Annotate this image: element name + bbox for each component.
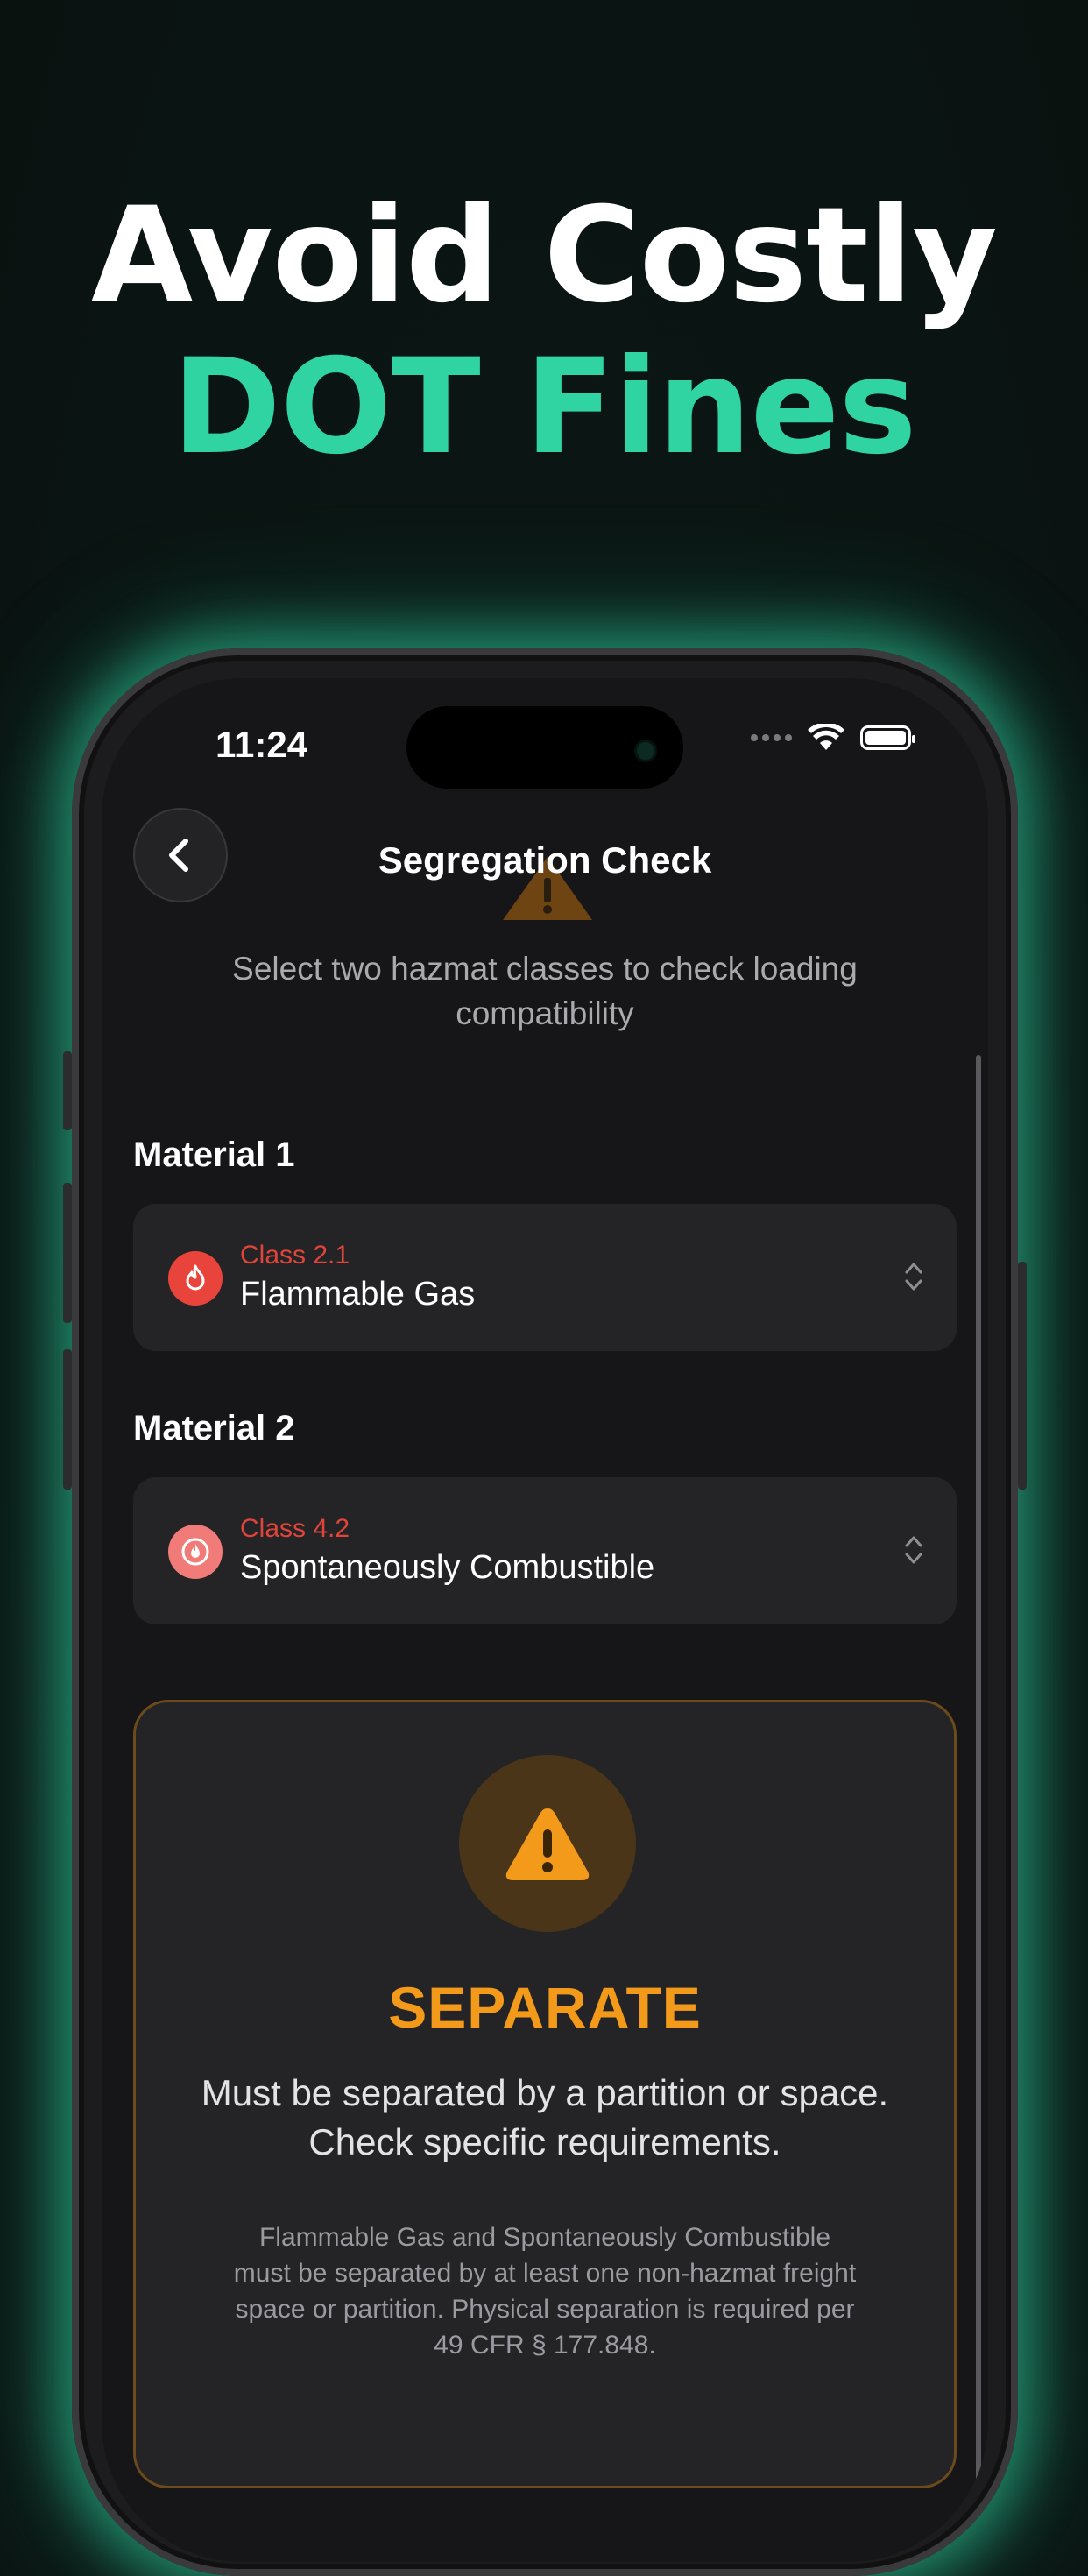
warning-triangle-icon <box>505 1808 590 1880</box>
material-2-class: Class 4.2 <box>240 1514 350 1543</box>
material-2-name: Spontaneously Combustible <box>240 1549 655 1586</box>
material-1-picker[interactable]: Class 2.1 Flammable Gas <box>133 1204 957 1351</box>
headline-line-2: DOT Fines <box>172 331 916 484</box>
flame-icon <box>168 1251 223 1306</box>
result-title: SEPARATE <box>388 1975 702 2040</box>
camera-icon <box>634 740 657 762</box>
dynamic-island <box>406 706 683 789</box>
phone-volume-up <box>63 1183 72 1323</box>
scrollbar[interactable] <box>976 1055 981 2544</box>
page-subtitle: Select two hazmat classes to check loadi… <box>232 951 858 1031</box>
result-message: Must be separated by a partition or spac… <box>201 2072 889 2162</box>
result-card: SEPARATE Must be separated by a partitio… <box>133 1700 957 2488</box>
material-2-label: Material 2 <box>133 1409 295 1447</box>
phone-power-button <box>1018 1262 1027 1490</box>
material-1-class: Class 2.1 <box>240 1241 350 1270</box>
battery-icon <box>860 725 915 750</box>
phone-side-button <box>63 1051 72 1130</box>
material-1-name: Flammable Gas <box>240 1276 476 1313</box>
signal-icon <box>751 734 792 741</box>
status-time: 11:24 <box>215 724 308 765</box>
flame-circle-icon <box>168 1525 223 1579</box>
headline-line-1: Avoid Costly <box>91 180 998 332</box>
wifi-icon <box>808 724 844 750</box>
result-icon-circle <box>459 1755 636 1932</box>
chevron-up-down-icon <box>905 1263 922 1291</box>
material-2-picker[interactable]: Class 4.2 Spontaneously Combustible <box>133 1477 957 1624</box>
page-title: Segregation Check <box>378 839 712 881</box>
phone-mockup: 11:24 Segregation Check Select two hazma… <box>63 648 1027 2576</box>
status-icons <box>751 724 915 752</box>
result-detail: Flammable Gas and Spontaneously Combusti… <box>233 2223 857 2360</box>
phone-volume-down <box>63 1349 72 1490</box>
material-1-label: Material 1 <box>133 1136 295 1174</box>
chevron-up-down-icon <box>905 1536 922 1564</box>
app-screen: 11:24 Segregation Check Select two hazma… <box>102 678 988 2562</box>
